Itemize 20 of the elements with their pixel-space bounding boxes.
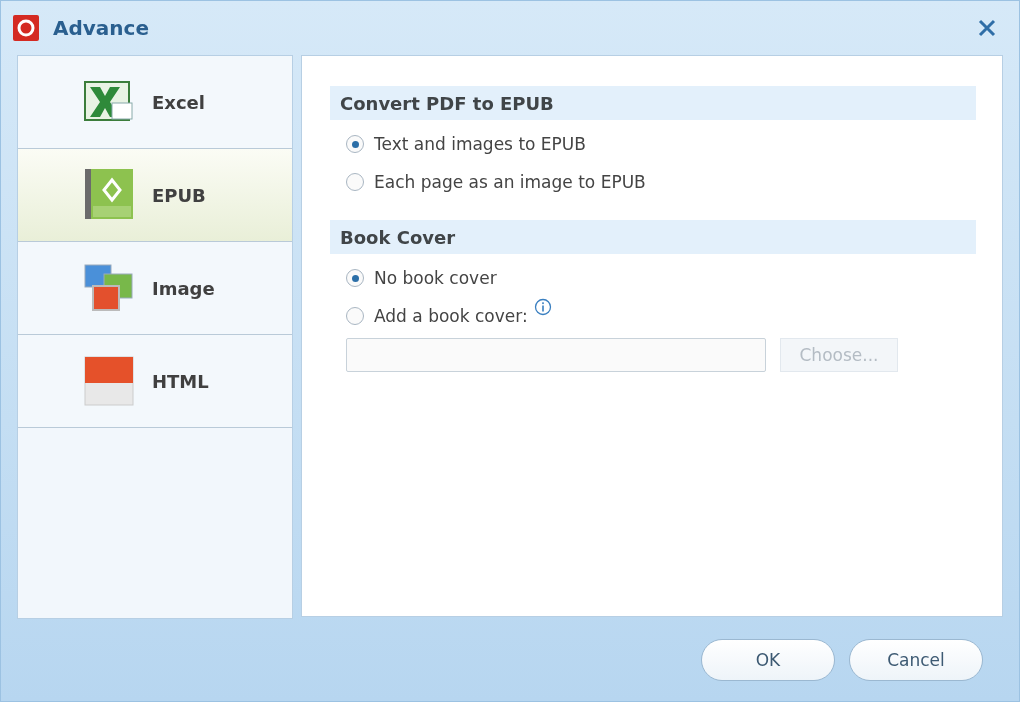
pictures-icon — [84, 264, 134, 313]
web-page-icon — [84, 356, 134, 407]
option-label: Text and images to EPUB — [374, 134, 586, 155]
section-header: Convert PDF to EPUB — [330, 86, 976, 121]
window-title: Advance — [53, 16, 150, 41]
radio-button[interactable] — [346, 307, 364, 326]
section-header: Book Cover — [330, 220, 976, 255]
close-icon — [978, 19, 996, 38]
dialog-button[interactable]: OK — [701, 639, 835, 682]
format-tab[interactable]: EPUB — [18, 149, 292, 243]
radio-button[interactable] — [346, 269, 364, 288]
dialog-button[interactable]: Cancel — [849, 639, 983, 682]
option-label: Add a book cover: — [374, 306, 528, 327]
option-label: Each page as an image to EPUB — [374, 172, 646, 193]
radio-button[interactable] — [346, 135, 364, 154]
app-logo-icon — [13, 15, 39, 42]
info-icon[interactable] — [533, 298, 552, 317]
option-label: No book cover — [374, 268, 497, 289]
radio-button[interactable] — [346, 173, 364, 192]
spreadsheet-icon — [84, 81, 134, 124]
